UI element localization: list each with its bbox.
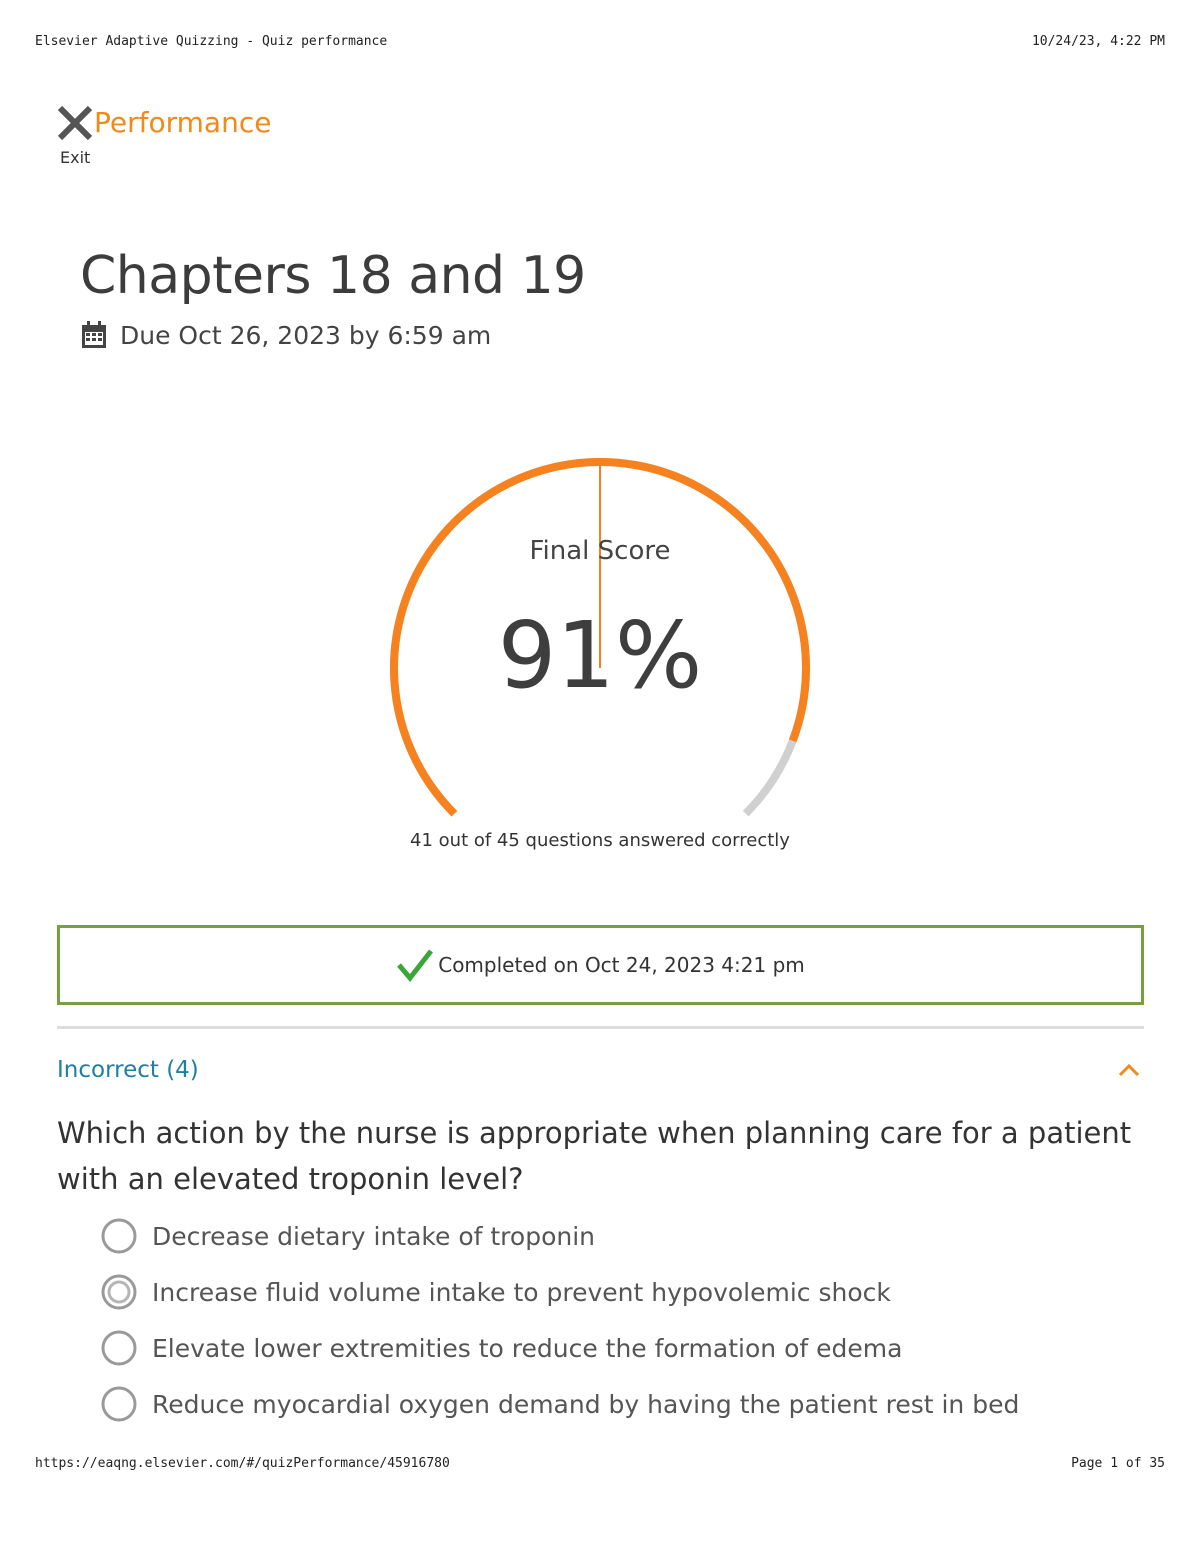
checkmark-icon — [397, 949, 434, 982]
print-header: Elsevier Adaptive Quizzing - Quiz perfor… — [35, 34, 1165, 49]
chevron-up-icon[interactable] — [1117, 1062, 1141, 1078]
print-footer: https://eaqng.elsevier.com/#/quizPerform… — [35, 1456, 1165, 1471]
due-date-text: Due Oct 26, 2023 by 6:59 am — [120, 320, 492, 350]
quiz-title: Chapters 18 and 19 — [80, 246, 586, 306]
answer-option-label: Decrease dietary intake of troponin — [152, 1221, 595, 1251]
exit-label[interactable]: Exit — [60, 148, 90, 167]
answer-options: Decrease dietary intake of troponin Incr… — [100, 1208, 1019, 1432]
answer-option[interactable]: Elevate lower extremities to reduce the … — [100, 1320, 1019, 1376]
section-title: Incorrect (4) — [57, 1057, 199, 1083]
exit-button[interactable]: Performance Exit — [56, 104, 271, 167]
answer-option[interactable]: Increase fluid volume intake to prevent … — [100, 1264, 1019, 1320]
radio-unselected-icon[interactable] — [100, 1329, 138, 1367]
print-header-timestamp: 10/24/23, 4:22 PM — [1031, 34, 1165, 49]
score-summary: 41 out of 45 questions answered correctl… — [410, 830, 790, 851]
print-header-title: Elsevier Adaptive Quizzing - Quiz perfor… — [35, 34, 388, 49]
score-gauge: Final Score 91% 41 out of 45 questions a… — [380, 452, 820, 872]
incorrect-section-toggle[interactable]: Incorrect (4) — [57, 1052, 1144, 1088]
score-value: 91% — [497, 602, 703, 709]
close-x-icon[interactable] — [56, 104, 94, 142]
answer-option[interactable]: Reduce myocardial oxygen demand by havin… — [100, 1376, 1019, 1432]
answer-option-label: Increase fluid volume intake to prevent … — [152, 1277, 891, 1307]
calendar-icon — [82, 321, 106, 348]
score-label: Final Score — [529, 536, 671, 566]
radio-unselected-icon[interactable] — [100, 1385, 138, 1423]
top-bar: Performance Exit — [56, 104, 271, 167]
completed-banner: Completed on Oct 24, 2023 4:21 pm — [57, 925, 1144, 1005]
due-date-row: Due Oct 26, 2023 by 6:59 am — [80, 320, 491, 350]
answer-option[interactable]: Decrease dietary intake of troponin — [100, 1208, 1019, 1264]
page-title: Performance — [94, 106, 272, 139]
print-footer-page: Page 1 of 35 — [1071, 1456, 1165, 1471]
completed-text: Completed on Oct 24, 2023 4:21 pm — [438, 953, 805, 977]
answer-option-label: Reduce myocardial oxygen demand by havin… — [152, 1389, 1020, 1419]
radio-selected-icon[interactable] — [100, 1273, 138, 1311]
section-divider — [57, 1026, 1144, 1029]
question-text: Which action by the nurse is appropriate… — [57, 1116, 1132, 1196]
exit-row: Performance — [56, 104, 271, 142]
print-footer-url: https://eaqng.elsevier.com/#/quizPerform… — [35, 1456, 450, 1471]
answer-option-label: Elevate lower extremities to reduce the … — [152, 1333, 903, 1363]
radio-unselected-icon[interactable] — [100, 1217, 138, 1255]
